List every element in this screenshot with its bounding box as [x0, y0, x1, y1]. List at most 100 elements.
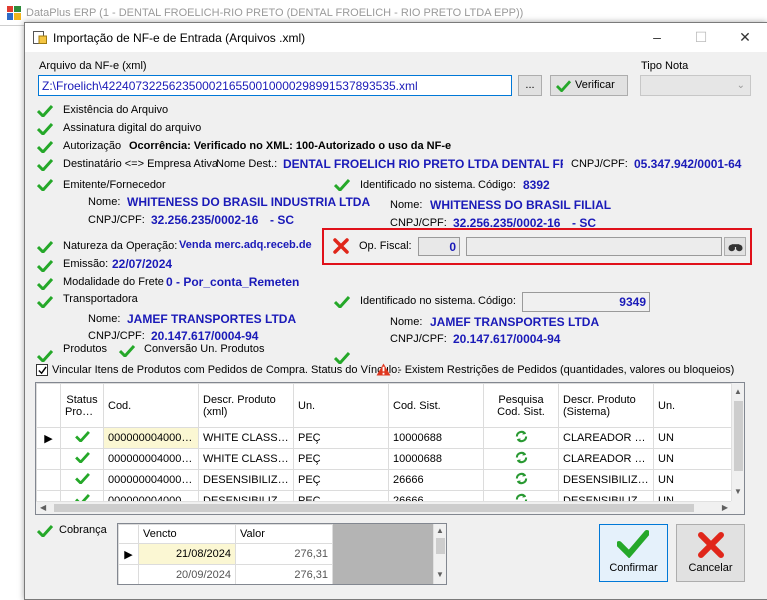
- verify-button[interactable]: Verificar: [550, 75, 628, 96]
- refresh-icon: [515, 451, 527, 464]
- op-fiscal-input[interactable]: 0: [418, 237, 460, 256]
- cell-descr-xml[interactable]: WHITE CLASS 1...: [198, 448, 294, 470]
- pesquisa-cell[interactable]: [483, 448, 559, 470]
- scroll-left-icon[interactable]: ◀: [40, 503, 46, 512]
- transp-cnpj-sys-label: CNPJ/CPF:: [390, 333, 447, 345]
- natureza-value: Venda merc.adq.receb.de: [179, 239, 312, 251]
- browse-button[interactable]: ...: [518, 75, 542, 96]
- cell-un[interactable]: PEÇ: [293, 448, 389, 470]
- tipo-nota-select[interactable]: ⌄: [640, 75, 751, 96]
- close-icon: [698, 532, 724, 558]
- status-cell: [60, 448, 104, 470]
- row-selector[interactable]: [36, 448, 61, 470]
- table-row[interactable]: ▶ 0000000040000... WHITE CLASS 1... PEÇ …: [36, 427, 733, 449]
- cell-descr-sist[interactable]: CLAREADOR W...: [558, 427, 654, 449]
- scroll-down-icon[interactable]: ▼: [734, 487, 742, 496]
- emissao-value: 22/07/2024: [112, 257, 173, 271]
- check-icon: [37, 350, 53, 362]
- nome-dest-value: DENTAL FROELICH RIO PRETO LTDA DENTAL FR: [283, 157, 563, 171]
- confirmar-button[interactable]: Confirmar: [599, 524, 668, 582]
- cell-cod[interactable]: 0000000040000...: [103, 448, 199, 470]
- cobranca-grid[interactable]: Vencto Valor ▶ 21/08/2024 276,31 20/09/2…: [117, 523, 447, 585]
- row-selector[interactable]: ▶: [36, 427, 61, 449]
- check-icon: [37, 241, 53, 253]
- scroll-up-icon[interactable]: ▲: [436, 526, 444, 535]
- existencia-label: Existência do Arquivo: [63, 104, 169, 116]
- cell-descr-xml[interactable]: WHITE CLASS 1...: [198, 427, 294, 449]
- check-icon: [37, 296, 53, 308]
- cell-un-sist[interactable]: UN: [653, 469, 733, 491]
- cell-un-sist[interactable]: UN: [653, 448, 733, 470]
- assinatura-label: Assinatura digital do arquivo: [63, 122, 202, 134]
- cell-cod-sist[interactable]: 26666: [388, 469, 484, 491]
- row-selector[interactable]: [118, 564, 139, 584]
- cell-valor[interactable]: 276,31: [235, 543, 333, 565]
- row-selector[interactable]: ▶: [118, 543, 139, 565]
- cell-descr-xml[interactable]: DESENSIBILIZE ...: [198, 469, 294, 491]
- transp-nome-sys-label: Nome:: [390, 316, 423, 328]
- cell-valor[interactable]: 276,31: [235, 564, 333, 584]
- col-un-sist[interactable]: Un.: [653, 383, 733, 428]
- transp-codigo-label: Código:: [478, 295, 516, 307]
- cell-descr-sist[interactable]: CLAREADOR W...: [558, 448, 654, 470]
- col-un[interactable]: Un.: [293, 383, 389, 428]
- pesquisa-cell[interactable]: [483, 427, 559, 449]
- dest-cnpj-value: 05.347.942/0001-64: [634, 157, 742, 171]
- file-path-input[interactable]: Z:\Froelich\4224073225623500021655001000…: [38, 75, 512, 96]
- scroll-thumb[interactable]: [436, 538, 445, 554]
- scroll-thumb[interactable]: [734, 401, 743, 471]
- scroll-right-icon[interactable]: ▶: [722, 503, 728, 512]
- cell-un-sist[interactable]: UN: [653, 427, 733, 449]
- cell-vencto[interactable]: 20/09/2024: [138, 564, 236, 584]
- cobranca-scrollbar[interactable]: ▲ ▼: [433, 524, 446, 584]
- check-icon: [37, 278, 53, 290]
- tipo-nota-label: Tipo Nota: [641, 60, 689, 72]
- table-row[interactable]: ▶ 21/08/2024 276,31: [118, 543, 333, 565]
- products-grid[interactable]: Status Produto Cod. Descr. Produto (xml)…: [35, 382, 745, 515]
- grid-vertical-scrollbar[interactable]: ▲ ▼: [731, 383, 744, 503]
- col-cod[interactable]: Cod.: [103, 383, 199, 428]
- table-row[interactable]: 20/09/2024 276,31: [118, 564, 333, 584]
- col-pesquisa[interactable]: Pesquisa Cod. Sist.: [483, 383, 559, 428]
- check-icon: [37, 159, 53, 171]
- cell-cod-sist[interactable]: 10000688: [388, 448, 484, 470]
- cell-un[interactable]: PEÇ: [293, 427, 389, 449]
- check-icon: [37, 179, 53, 191]
- cell-cod[interactable]: 0000000040000...: [103, 427, 199, 449]
- check-icon: [334, 179, 350, 191]
- cell-cod-sist[interactable]: 10000688: [388, 427, 484, 449]
- check-icon: [119, 345, 135, 357]
- op-fiscal-search-button[interactable]: [724, 237, 746, 256]
- col-descr-xml[interactable]: Descr. Produto (xml): [198, 383, 294, 428]
- check-icon: [334, 296, 350, 308]
- destinatario-label: Destinatário <=> Empresa Ativa: [63, 158, 218, 170]
- emitente-uf-xml: - SC: [270, 213, 295, 227]
- col-cod-sist[interactable]: Cod. Sist.: [388, 383, 484, 428]
- vincular-checkbox[interactable]: [36, 364, 48, 376]
- natureza-label: Natureza da Operação:: [63, 240, 178, 252]
- cell-un[interactable]: PEÇ: [293, 469, 389, 491]
- grid-horizontal-scrollbar[interactable]: ◀ ▶: [36, 501, 731, 514]
- table-row[interactable]: 0000000040000... WHITE CLASS 1... PEÇ 10…: [36, 448, 733, 470]
- status-cell: [60, 469, 104, 491]
- scroll-down-icon[interactable]: ▼: [436, 570, 444, 579]
- col-valor[interactable]: Valor: [235, 524, 333, 544]
- conversao-label: Conversão Un. Produtos: [144, 343, 265, 355]
- autorizacao-label: Autorização: [63, 140, 122, 152]
- col-status[interactable]: Status Produto: [60, 383, 104, 428]
- col-descr-sist[interactable]: Descr. Produto (Sistema): [558, 383, 654, 428]
- nome-dest-label: Nome Dest.:: [216, 158, 278, 170]
- check-icon: [37, 525, 53, 537]
- scroll-up-icon[interactable]: ▲: [734, 387, 742, 396]
- hscroll-thumb[interactable]: [54, 504, 694, 512]
- cancelar-button[interactable]: Cancelar: [676, 524, 745, 582]
- cell-descr-sist[interactable]: DESENSIBILIZE ...: [558, 469, 654, 491]
- transp-codigo-input[interactable]: 9349: [522, 292, 650, 312]
- cell-cod[interactable]: 0000000040000...: [103, 469, 199, 491]
- cell-vencto[interactable]: 21/08/2024: [138, 543, 236, 565]
- cobranca-label: Cobrança: [59, 524, 107, 536]
- pesquisa-cell[interactable]: [483, 469, 559, 491]
- row-selector[interactable]: [36, 469, 61, 491]
- col-vencto[interactable]: Vencto: [138, 524, 236, 544]
- table-row[interactable]: 0000000040000... DESENSIBILIZE ... PEÇ 2…: [36, 469, 733, 491]
